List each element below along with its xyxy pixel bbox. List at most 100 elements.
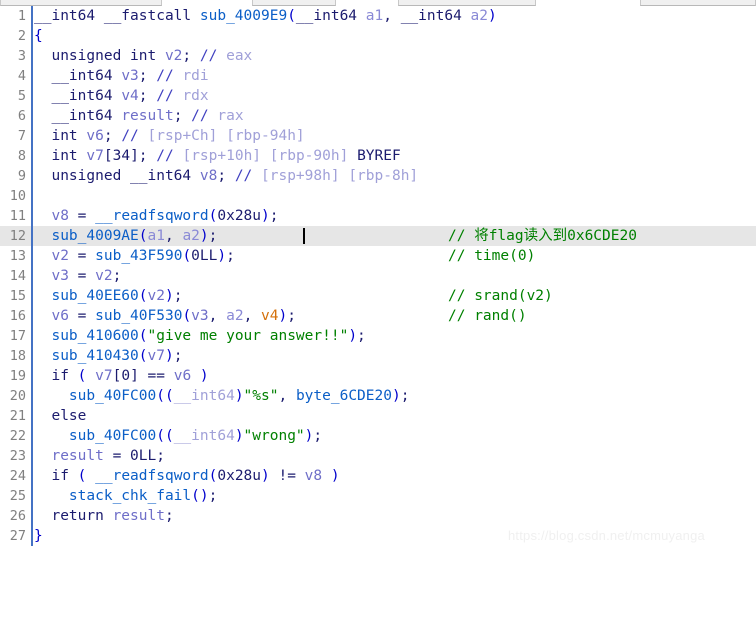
code-line[interactable]: 17 sub_410600("give me your answer!!"); [0,326,756,346]
line-number: 11 [9,208,26,224]
line-number: 25 [9,488,26,504]
gutter-divider [31,446,33,466]
code-text: stack_chk_fail(); [68,488,218,504]
code-text: if ( __readfsqword(0x28u) != v8 ) [34,468,340,484]
line-number: 5 [17,88,26,104]
code-comment: // srand(v2) [448,288,553,304]
line-number: 21 [9,408,26,424]
code-text: __int64 v3; // rdi [34,68,209,84]
code-line[interactable]: 2 { [0,26,756,46]
code-line[interactable]: 1 __int64 __fastcall sub_4009E9(__int64 … [0,6,756,26]
line-number: 9 [17,168,26,184]
line-number: 23 [9,448,26,464]
code-line[interactable]: 24 if ( __readfsqword(0x28u) != v8 ) [0,466,756,486]
gutter-divider [31,106,33,126]
code-line[interactable]: 20 sub_40FC00((__int64)"%s", byte_6CDE20… [0,386,756,406]
code-text: __int64 result; // rax [34,108,244,124]
code-line[interactable]: 7 int v6; // [rsp+Ch] [rbp-94h] [0,126,756,146]
line-number: 1 [17,8,26,24]
gutter-divider [31,486,33,506]
gutter-divider [31,226,33,246]
line-number: 18 [9,348,26,364]
gutter-divider [31,246,33,266]
code-line[interactable]: 6 __int64 result; // rax [0,106,756,126]
gutter-divider [31,166,33,186]
code-text: sub_40FC00((__int64)"%s", byte_6CDE20); [68,388,410,404]
line-number: 10 [9,188,26,204]
code-text: sub_4009AE(a1, a2); [51,228,218,244]
line-number: 4 [17,68,26,84]
gutter-divider [31,186,33,206]
code-comment: // time(0) [448,248,536,264]
gutter-divider [31,66,33,86]
code-line[interactable]: 16 v6 = sub_40F530(v3, a2, v4); // rand(… [0,306,756,326]
code-text: v8 = __readfsqword(0x28u); [34,208,279,224]
gutter-divider [31,386,33,406]
line-number: 2 [17,28,26,44]
code-comment: // rand() [448,308,527,324]
gutter-divider [31,46,33,66]
code-editor[interactable]: 1 __int64 __fastcall sub_4009E9(__int64 … [0,6,756,560]
code-line[interactable]: 26 return result; [0,506,756,526]
code-text: return result; [34,508,174,524]
gutter-divider [31,86,33,106]
code-line[interactable]: 23 result = 0LL; [0,446,756,466]
code-text: sub_410600("give me your answer!!"); [51,328,366,344]
pseudocode-window: 1 __int64 __fastcall sub_4009E9(__int64 … [0,0,756,560]
gutter-divider [31,6,33,26]
code-text: __int64 __fastcall sub_4009E9(__int64 a1… [34,8,497,24]
code-line[interactable]: 10 [0,186,756,206]
code-text: else [34,408,87,424]
line-number: 22 [9,428,26,444]
line-number: 6 [17,108,26,124]
gutter-divider [31,306,33,326]
line-number: 27 [9,528,26,544]
code-comment: // 将flag读入到0x6CDE20 [448,228,637,244]
line-number: 3 [17,48,26,64]
code-text: unsigned int v2; // eax [34,48,253,64]
gutter-divider [31,406,33,426]
gutter-divider [31,26,33,46]
text-caret [303,228,305,244]
code-text: v6 = sub_40F530(v3, a2, v4); [34,308,296,324]
code-line[interactable]: 13 v2 = sub_43F590(0LL); // time(0) [0,246,756,266]
code-text: v3 = v2; [34,268,122,284]
code-line-current[interactable]: 12 sub_4009AE(a1, a2); // 将flag读入到0x6CDE… [0,226,756,246]
code-line[interactable]: 21 else [0,406,756,426]
code-text: sub_40EE60(v2); [51,288,183,304]
code-line[interactable]: 19 if ( v7[0] == v6 ) [0,366,756,386]
code-text: unsigned __int64 v8; // [rsp+98h] [rbp-8… [34,168,419,184]
code-line[interactable]: 5 __int64 v4; // rdx [0,86,756,106]
gutter-divider [31,346,33,366]
gutter-divider [31,506,33,526]
code-line[interactable]: 15 sub_40EE60(v2); // srand(v2) [0,286,756,306]
line-number: 15 [9,288,26,304]
code-text: __int64 v4; // rdx [34,88,209,104]
code-line[interactable]: 8 int v7[34]; // [rsp+10h] [rbp-90h] BYR… [0,146,756,166]
code-line[interactable]: 9 unsigned __int64 v8; // [rsp+98h] [rbp… [0,166,756,186]
code-text: int v6; // [rsp+Ch] [rbp-94h] [34,128,305,144]
line-number: 19 [9,368,26,384]
code-line[interactable]: 4 __int64 v3; // rdi [0,66,756,86]
line-number: 16 [9,308,26,324]
gutter-divider [31,266,33,286]
line-number: 17 [9,328,26,344]
code-text: sub_410430(v7); [51,348,183,364]
line-number: 12 [9,228,26,244]
gutter-divider [31,526,33,546]
watermark: https://blog.csdn.net/mcmuyanga [508,528,705,543]
code-text: sub_40FC00((__int64)"wrong"); [68,428,323,444]
line-number: 14 [9,268,26,284]
code-text: int v7[34]; // [rsp+10h] [rbp-90h] BYREF [34,148,401,164]
gutter-divider [31,366,33,386]
line-number: 13 [9,248,26,264]
code-text: if ( v7[0] == v6 ) [34,368,209,384]
gutter-divider [31,326,33,346]
code-line[interactable]: 11 v8 = __readfsqword(0x28u); [0,206,756,226]
gutter-divider [31,466,33,486]
code-line[interactable]: 22 sub_40FC00((__int64)"wrong"); [0,426,756,446]
code-line[interactable]: 3 unsigned int v2; // eax [0,46,756,66]
code-line[interactable]: 18 sub_410430(v7); [0,346,756,366]
code-line[interactable]: 14 v3 = v2; [0,266,756,286]
code-line[interactable]: 25 stack_chk_fail(); [0,486,756,506]
